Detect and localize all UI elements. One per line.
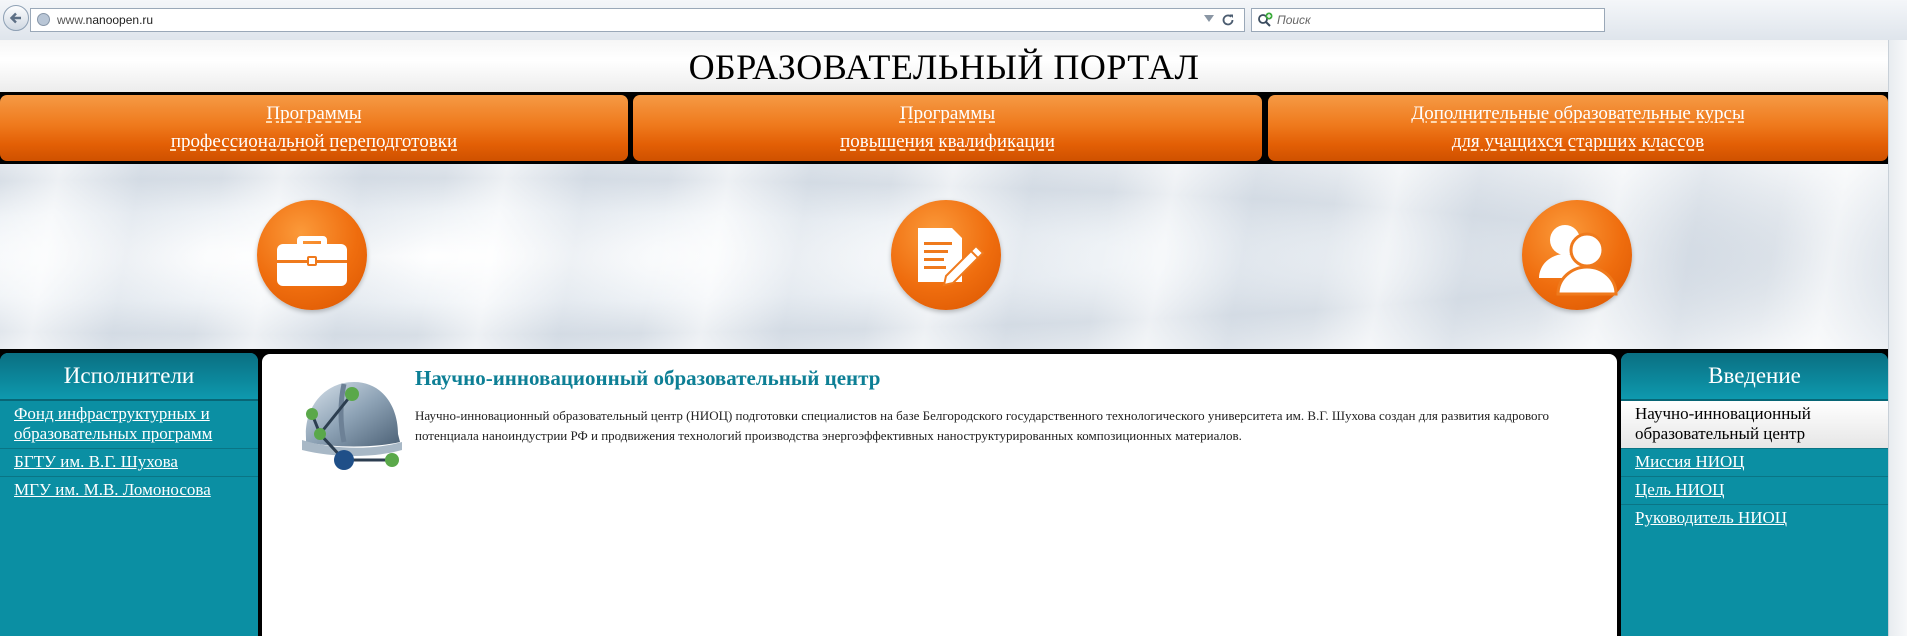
page-title: ОБРАЗОВАТЕЛЬНЫЙ ПОРТАЛ — [688, 47, 1200, 87]
users-icon[interactable] — [1522, 200, 1632, 310]
address-bar[interactable]: www.nanoopen.ru — [30, 8, 1245, 32]
link-bgtu[interactable]: БГТУ им. В.Г. Шухова — [14, 452, 178, 471]
link-mission[interactable]: Миссия НИОЦ — [1635, 452, 1745, 471]
introduction-panel: Введение Научно-инновационный образовате… — [1621, 353, 1888, 636]
nav-qualification-upgrade[interactable]: Программы повышения квалификации — [633, 95, 1262, 161]
url-text: www.nanoopen.ru — [57, 13, 154, 27]
nav-additional-courses[interactable]: Дополнительные образовательные курсы для… — [1268, 95, 1888, 161]
globe-icon — [37, 13, 50, 26]
content-title: Научно-инновационный образовательный цен… — [415, 366, 881, 390]
link-head[interactable]: Руководитель НИОЦ — [1635, 508, 1787, 527]
link-goal[interactable]: Цель НИОЦ — [1635, 480, 1724, 499]
nav-label-line2[interactable]: повышения квалификации — [840, 131, 1055, 153]
browser-toolbar: www.nanoopen.ru Поиск — [0, 0, 1907, 41]
list-item-active[interactable]: Научно-инновационный образовательный цен… — [1621, 401, 1888, 449]
content-text: Научно-инновационный образовательный цен… — [415, 408, 1550, 443]
nav-label-line1[interactable]: Программы — [900, 103, 995, 125]
active-item-label: Научно-инновационный образовательный цен… — [1635, 404, 1811, 443]
arrow-left-icon — [9, 12, 21, 24]
nav-professional-retraining[interactable]: Программы профессиональной переподготовк… — [0, 95, 628, 161]
nav-label-line2[interactable]: для учащихся старших классов — [1452, 131, 1704, 153]
nav-label-line1[interactable]: Программы — [266, 103, 361, 125]
briefcase-icon[interactable] — [257, 200, 367, 310]
list-item: Руководитель НИОЦ — [1621, 505, 1888, 532]
search-icon — [1258, 12, 1273, 27]
performers-panel-title: Исполнители — [0, 353, 258, 401]
reload-icon[interactable] — [1220, 12, 1236, 28]
nav-label-line1[interactable]: Дополнительные образовательные курсы — [1411, 103, 1745, 125]
back-button[interactable] — [3, 5, 29, 31]
document-pen-icon[interactable] — [891, 200, 1001, 310]
site-header: ОБРАЗОВАТЕЛЬНЫЙ ПОРТАЛ — [0, 40, 1888, 92]
nav-label-line2[interactable]: профессиональной переподготовки — [171, 131, 457, 153]
scrollbar[interactable] — [1888, 40, 1907, 636]
search-input[interactable]: Поиск — [1277, 13, 1311, 27]
helmet-molecule-icon — [302, 382, 402, 470]
list-item: Цель НИОЦ — [1621, 477, 1888, 505]
introduction-panel-title: Введение — [1621, 353, 1888, 401]
list-item: Фонд инфраструктурных и образовательных … — [0, 401, 258, 449]
list-item: Миссия НИОЦ — [1621, 449, 1888, 477]
icon-banner — [0, 164, 1888, 349]
main-navigation: Программы профессиональной переподготовк… — [0, 95, 1888, 161]
page: ОБРАЗОВАТЕЛЬНЫЙ ПОРТАЛ Программы професс… — [0, 40, 1888, 636]
link-mgu[interactable]: МГУ им. М.В. Ломоносова — [14, 480, 211, 499]
url-dropdown-icon[interactable] — [1204, 15, 1214, 22]
performers-panel: Исполнители Фонд инфраструктурных и обра… — [0, 353, 258, 636]
list-item: БГТУ им. В.Г. Шухова — [0, 449, 258, 477]
list-item: МГУ им. М.В. Ломоносова — [0, 477, 258, 504]
link-fund[interactable]: Фонд инфраструктурных и образовательных … — [14, 404, 212, 443]
main-content: Научно-инновационный образовательный цен… — [262, 354, 1617, 636]
search-bar[interactable]: Поиск — [1251, 8, 1605, 32]
